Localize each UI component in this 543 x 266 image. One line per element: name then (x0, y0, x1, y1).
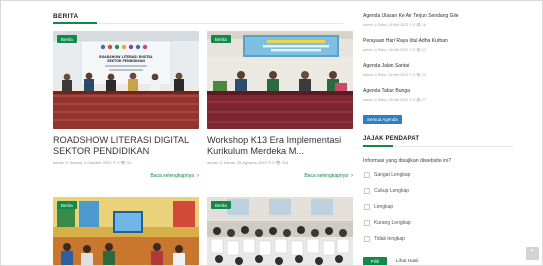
scroll-to-top-button[interactable]: ⌃ (526, 247, 539, 260)
news-card-4[interactable]: Berita (207, 197, 353, 265)
checkbox[interactable] (364, 236, 370, 242)
checkbox[interactable] (364, 188, 370, 194)
category-badge[interactable]: Berita (211, 201, 231, 209)
news-thumbnail[interactable]: Berita (207, 197, 353, 265)
agenda-item[interactable]: Agenda Ulasan Ke Air Terjun Sendang Gile… (363, 13, 513, 27)
section-title-berita: BERITA (53, 13, 79, 20)
news-title[interactable]: Workshop K13 Era Implementasi Kurikulum … (207, 135, 355, 157)
agenda-title[interactable]: Agenda Ulasan Ke Air Terjun Sendang Gile (363, 13, 513, 19)
poll-question: Informasi yang disajikan diwebsite ini? (363, 158, 452, 164)
agenda-item[interactable]: Perayaan Hari Raya Idul Adha Kurban admi… (363, 38, 513, 52)
poll-option[interactable]: Sangat Lengkap (363, 171, 513, 180)
poll-divider-accent (363, 145, 393, 147)
poll-option-label: Kurang Lengkap (374, 220, 411, 226)
chevron-right-icon: › (197, 173, 199, 179)
poll-option[interactable]: Lengkap (363, 203, 513, 212)
checkbox[interactable] (364, 204, 370, 210)
read-more-label: Baca selengkapnya (304, 173, 348, 179)
agenda-item[interactable]: Agenda Jalan Santai admin ◷ Rabu, 16 Mei… (363, 63, 513, 77)
checkbox[interactable] (364, 220, 370, 226)
news-thumbnail[interactable]: ROADSHOW LITERASI DIGITAL SEKTOR PENDIDI… (53, 31, 199, 129)
poll-option-label: Tidak lengkap (374, 236, 405, 242)
checkbox[interactable] (364, 172, 370, 178)
agenda-meta: admin ◷ Rabu, 16 Mei 2022 ✎ 0 👁 13 (363, 73, 426, 77)
svg-text:SEKTOR PENDIDIKAN: SEKTOR PENDIDIKAN (107, 59, 145, 63)
news-card-2[interactable]: Berita Workshop K13 Era Implementasi Kur… (207, 31, 353, 181)
read-more-label: Baca selengkapnya (150, 173, 194, 179)
view-results-link[interactable]: Lihat Hasil (396, 259, 418, 264)
read-more-link[interactable]: Baca selengkapnya › (304, 173, 353, 179)
news-meta: admin ◷ Selasa, 4 Oktober 2022 ✎ 0 👁 31 (53, 160, 132, 165)
category-badge[interactable]: Berita (57, 201, 77, 209)
vote-button[interactable]: Pilih (363, 257, 387, 265)
agenda-meta: admin ◷ Rabu, 16 Mei 2022 ✎ 0 👁 16 (363, 23, 426, 27)
category-badge[interactable]: Berita (57, 35, 77, 43)
section-divider-accent (53, 22, 97, 24)
poll-option-label: Sangat Lengkap (374, 172, 411, 178)
chevron-right-icon: › (351, 173, 353, 179)
poll-option[interactable]: Kurang Lengkap (363, 219, 513, 228)
agenda-item[interactable]: Agenda Tabur Bunga admin ◷ Rabu, 16 Mei … (363, 88, 513, 102)
news-meta: admin ◷ Kamis, 25 Agustus 2022 ✎ 0 👁 115 (207, 160, 289, 165)
agenda-title[interactable]: Perayaan Hari Raya Idul Adha Kurban (363, 38, 513, 44)
category-badge[interactable]: Berita (211, 35, 231, 43)
poll-option-label: Cukup Lengkap (374, 188, 410, 194)
poll-option-label: Lengkap (374, 204, 394, 210)
page-frame: BERITA ROADSHOW LITERASI DIGITAL SEKTOR … (0, 0, 543, 266)
poll-title: JAJAK PENDAPAT (363, 136, 420, 142)
news-card-3[interactable]: Berita (53, 197, 199, 265)
agenda-title[interactable]: Agenda Tabur Bunga (363, 88, 513, 94)
all-agenda-button[interactable]: Semua Agenda (363, 115, 402, 124)
agenda-title[interactable]: Agenda Jalan Santai (363, 63, 513, 69)
agenda-meta: admin ◷ Rabu, 16 Mei 2022 ✎ 0 👁 13 (363, 48, 426, 52)
news-card-1[interactable]: ROADSHOW LITERASI DIGITAL SEKTOR PENDIDI… (53, 31, 199, 181)
photo-seminar-stage: ROADSHOW LITERASI DIGITAL SEKTOR PENDIDI… (53, 31, 199, 129)
poll-option[interactable]: Tidak lengkap (363, 235, 513, 244)
poll-option[interactable]: Cukup Lengkap (363, 187, 513, 196)
arrow-up-icon: ⌃ (529, 248, 536, 257)
photo-workshop-stage (207, 31, 353, 129)
news-thumbnail[interactable]: Berita (53, 197, 199, 265)
news-title[interactable]: ROADSHOW LITERASI DIGITAL SEKTOR PENDIDI… (53, 135, 201, 157)
news-thumbnail[interactable]: Berita (207, 31, 353, 129)
read-more-link[interactable]: Baca selengkapnya › (150, 173, 199, 179)
agenda-meta: admin ◷ Rabu, 16 Mei 2022 ✎ 0 👁 17 (363, 98, 426, 102)
